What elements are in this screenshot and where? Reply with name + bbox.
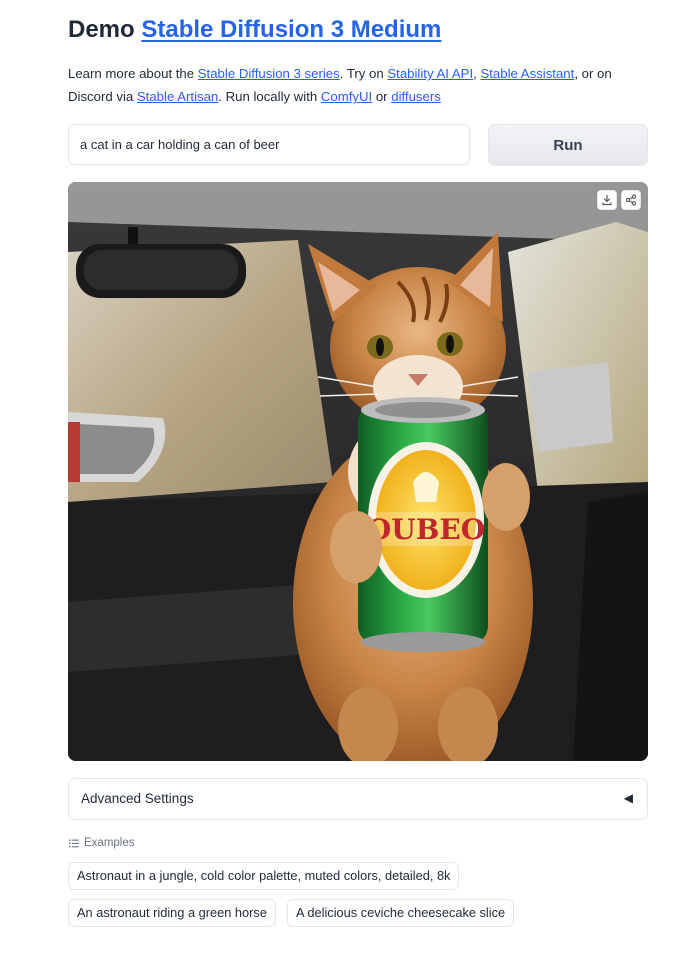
desc-text-1: Learn more about the [68, 66, 198, 81]
description: Learn more about the Stable Diffusion 3 … [68, 62, 658, 108]
examples-label: Examples [84, 837, 135, 849]
share-icon [625, 194, 637, 206]
list-icon [69, 839, 79, 847]
advanced-settings-label: Advanced Settings [81, 791, 194, 806]
link-sd3-series[interactable]: Stable Diffusion 3 series [198, 66, 340, 81]
link-stable-artisan[interactable]: Stable Artisan [137, 89, 218, 104]
title-link[interactable]: Stable Diffusion 3 Medium [141, 16, 441, 43]
collapse-arrow-icon: ◀ [623, 791, 633, 805]
desc-text-2: . Try on [339, 66, 388, 81]
link-stability-api[interactable]: Stability AI API [387, 66, 473, 81]
example-chip-ceviche-cheesecake[interactable]: A delicious ceviche cheesecake slice [287, 899, 515, 927]
desc-text-6: or [372, 89, 392, 104]
output-image: OUBEO [68, 182, 648, 761]
download-button[interactable] [597, 190, 617, 210]
download-icon [602, 194, 612, 206]
link-comfyui[interactable]: ComfyUI [321, 89, 372, 104]
advanced-settings-accordion[interactable]: Advanced Settings ◀ [68, 778, 648, 820]
link-diffusers[interactable]: diffusers [391, 89, 441, 104]
example-chip-astronaut-jungle[interactable]: Astronaut in a jungle, cold color palett… [68, 862, 460, 890]
page: Demo Stable Diffusion 3 Medium Learn mor… [0, 0, 700, 963]
prompt-field[interactable] [68, 124, 470, 165]
run-button[interactable]: Run [488, 124, 648, 166]
link-stable-assistant[interactable]: Stable Assistant [480, 66, 574, 81]
share-button[interactable] [621, 190, 641, 210]
prompt-input[interactable] [69, 125, 469, 164]
page-title: Demo Stable Diffusion 3 Medium [68, 14, 441, 46]
title-prefix: Demo [68, 16, 135, 43]
output-image-panel: OUBEO [68, 182, 648, 761]
beer-can: OUBEO [358, 397, 488, 652]
example-chip-green-horse[interactable]: An astronaut riding a green horse [68, 899, 276, 927]
examples-heading: Examples [69, 837, 135, 849]
can-label: OUBEO [367, 513, 485, 546]
desc-text-5: . Run locally with [218, 89, 321, 104]
